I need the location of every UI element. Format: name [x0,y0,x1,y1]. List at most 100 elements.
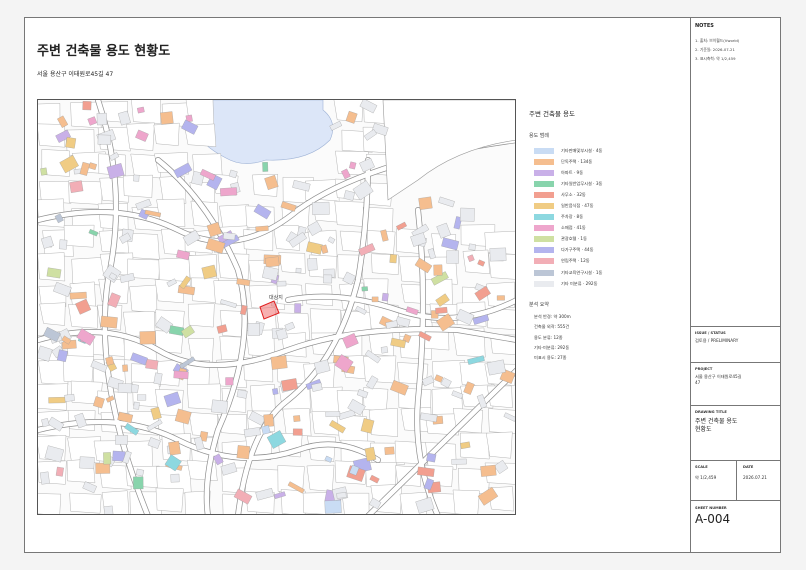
building-footprint [69,291,87,300]
building-footprint [139,331,156,345]
building-footprint [133,174,140,182]
building-footprint [103,452,112,465]
parcel-block [38,383,69,411]
building-footprint [276,280,287,287]
building-footprint [336,492,347,499]
summary-row: 분석 반경: 약 300m [534,314,571,320]
building-footprint [95,462,111,474]
parcel-block [306,464,335,492]
building-footprint [389,254,397,264]
building-footprint [418,196,433,210]
building-footprint [40,167,48,176]
parcel-block [38,103,61,127]
target-site-label: 대상지 [269,294,283,301]
building-footprint [69,180,84,193]
building-footprint [433,264,443,276]
building-footprint [272,388,279,395]
drawing-title-line: 현황도 [695,426,712,433]
legend-item: 기타 미분류 · 292동 [534,278,676,289]
project-cell: PROJECT 서울 용산구 이태원로45길 47 [691,362,781,386]
summary-list: 분석 반경: 약 300m 건축물 외곽: 555건 용도 분류: 12종 기타·미분… [526,314,676,365]
legend-swatch [534,236,554,243]
building-footprint [312,201,330,215]
legend-label: 아파트 · 9동 [561,169,584,175]
sheet-number: A-004 [695,512,731,526]
building-footprint [48,396,66,404]
legend-swatch [534,214,554,221]
parcel-block [62,355,95,384]
building-footprint [371,296,379,303]
building-footprint [173,370,189,380]
parcel-block [452,489,480,514]
building-footprint [222,232,236,241]
legend-swatch [534,191,554,198]
legend-item: 주차장 · 8동 [534,212,676,223]
building-footprint [435,306,448,314]
legend-item: 기타판매및부시설 · 4동 [534,145,676,156]
building-footprint [59,239,68,250]
building-footprint [97,134,112,145]
building-footprint [384,446,395,455]
building-footprint [255,225,269,232]
legend-swatch [534,158,554,165]
parcel-block [278,252,306,274]
building-footprint [459,207,475,222]
title-block: NOTES 1. 출처: 브이월드(Vworld) 2. 기준일: 2026-0… [690,17,781,553]
building-footprint [137,394,147,401]
summary-section: 분석 요약 분석 반경: 약 300m 건축물 외곽: 555건 용도 분류: 12… [526,301,676,365]
parcel-block [39,302,66,326]
building-use-map[interactable]: 대상지 [38,100,516,515]
building-footprint [160,111,174,125]
parcel-block [187,303,215,328]
legend-label: 기타판매및부시설 · 4동 [561,147,603,153]
building-footprint [133,401,140,410]
parcel-block [363,387,389,412]
building-footprint [236,389,248,399]
address-subtitle: 서울 용산구 이태원로45길 47 [37,71,114,78]
parcel-block [153,122,180,146]
legend-label: 기타 미분류 · 292동 [561,280,598,286]
legend-swatch [534,269,554,276]
page-title: 주변 건축물 용도 현황도 [37,44,171,59]
legend-item: 연립주택 · 12동 [534,256,676,267]
building-footprint [292,428,303,436]
note-item: 1. 출처: 브이월드(Vworld) [695,38,740,43]
date-value: 2026.07.21 [743,475,767,480]
building-footprint [79,456,95,469]
summary-row: 건축물 외곽: 555건 [534,324,570,330]
legend-item: 관광호텔 · 1동 [534,234,676,245]
legend-label: 관광호텔 · 1동 [561,236,587,242]
parcel-block [488,408,515,434]
building-footprint [103,505,114,514]
legend-item: 사무소 · 32동 [534,189,676,200]
legend-label: 사무소 · 32동 [561,191,586,197]
sheet-number-cell: SHEET NUMBER A-004 [691,500,781,526]
legend-swatch [534,247,554,254]
building-footprint [236,445,251,460]
building-footprint [117,383,133,394]
legend-list: 기타판매및부시설 · 4동 단독주택 · 134동 아파트 · 9동 기타일반업무시설… [526,145,676,289]
legend-swatch [534,169,554,176]
legend-label: 단독주택 · 134동 [561,158,593,164]
building-footprint [265,256,280,268]
issue-heading: ISSUE / STATUS [695,331,726,335]
legend-label: 소매점 · 41동 [561,225,586,231]
legend-swatch [534,225,554,232]
legend-swatch [534,180,554,187]
parcel-block [309,308,341,337]
project-heading: PROJECT [695,367,713,371]
drawing-title-cell: DRAWING TITLE 주변 건축물 용도 현황도 [691,405,781,434]
parcel-block [129,284,158,313]
scale-date-cell: SCALE 약 1/2,459 DATE 2026.07.21 [691,460,781,501]
building-footprint [55,466,64,477]
building-footprint [295,267,302,274]
building-footprint [262,162,269,172]
project-line: 47 [695,380,701,385]
building-footprint [468,243,476,251]
issue-value: 검토용 / PRELIMINARY [695,338,739,343]
legend-label: 다가구주택 · 44동 [561,247,594,253]
parcel-block [38,493,62,514]
map-frame[interactable]: 대상지 [37,99,516,515]
building-footprint [325,411,341,417]
legend-item: 소매점 · 41동 [534,223,676,234]
